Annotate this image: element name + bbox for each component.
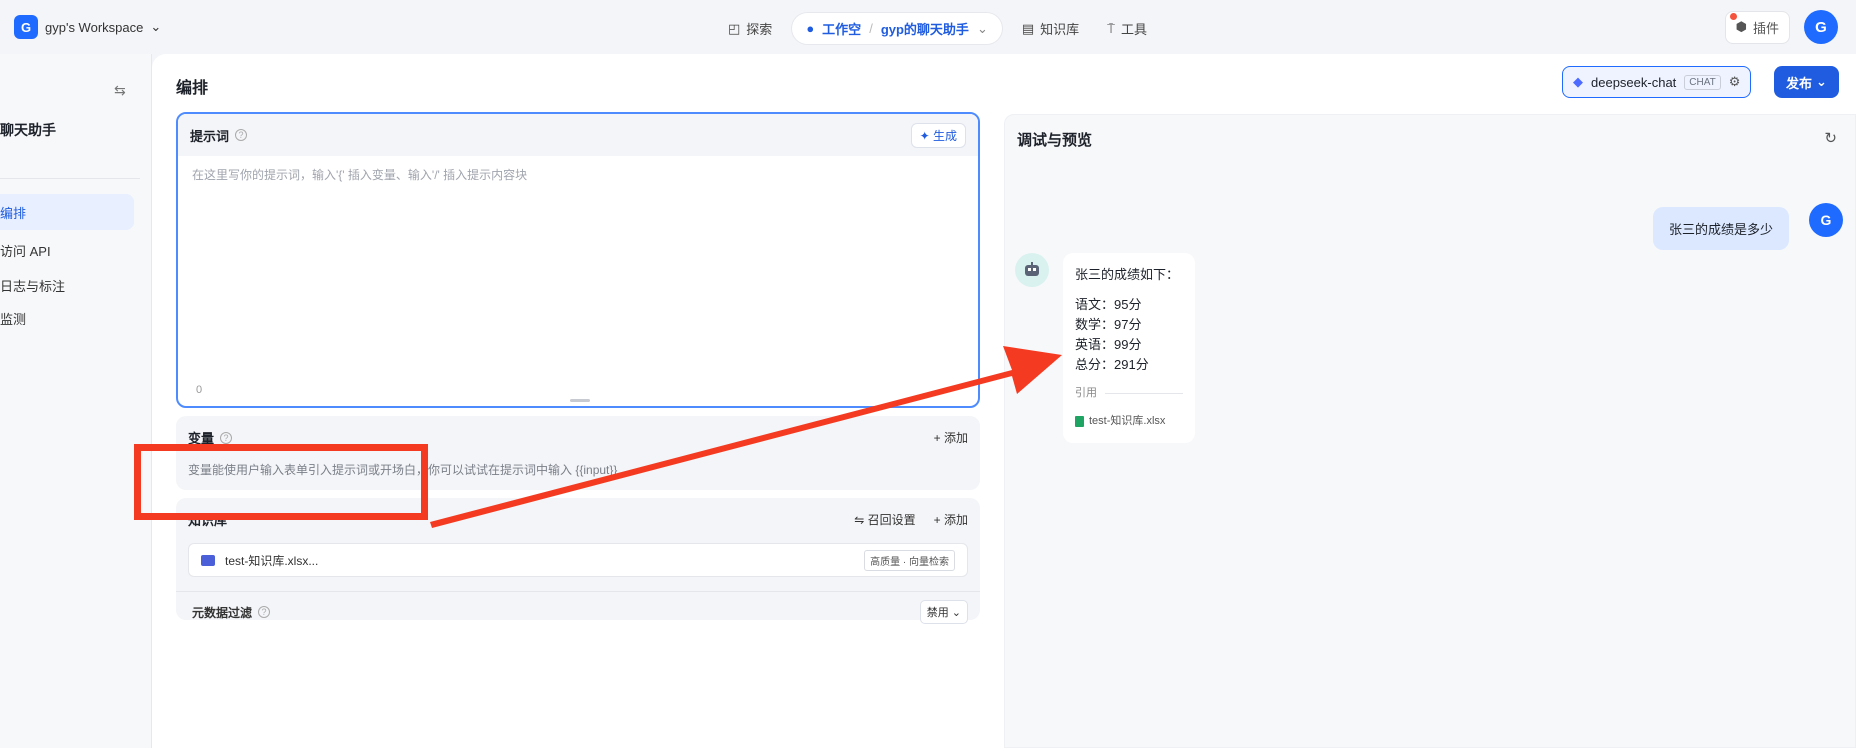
divider	[0, 178, 140, 179]
annotation-box	[134, 444, 428, 520]
plugin-button[interactable]: ⬢ 插件	[1724, 10, 1790, 44]
bot-line: 语文：95分	[1075, 297, 1142, 312]
user-avatar[interactable]: G	[1804, 10, 1838, 44]
knowledge-tag: 高质量 · 向量检索	[864, 549, 955, 571]
metadata-label: 元数据过滤	[192, 605, 253, 620]
plugin-label: 插件	[1752, 20, 1779, 36]
bot-avatar	[1015, 253, 1049, 287]
sidebar-item-monitor[interactable]: 监测	[0, 300, 134, 336]
knowledge-actions: ⇋ 召回设置 + 添加	[854, 511, 968, 528]
main-panel: 编排 ◆ deepseek-chat CHAT ⚙ 发布 ⌄ 提示词 ? ✦ 生…	[152, 54, 1856, 748]
publish-button[interactable]: 发布 ⌄	[1774, 66, 1839, 98]
top-bar: G gyp's Workspace ⌄ ◰ 探索 ● 工作空 / gyp的聊天助…	[0, 0, 1856, 54]
nav-workspace[interactable]: ● 工作空 / gyp的聊天助手 ⌄	[792, 13, 1002, 44]
nav-explore-label: 探索	[746, 22, 773, 37]
chevron-down-icon: ⌄	[976, 20, 988, 36]
nav-bot-name[interactable]: gyp的聊天助手	[881, 19, 969, 38]
bot-line: 数学：97分	[1075, 317, 1142, 332]
notification-dot	[1729, 12, 1737, 20]
prompt-header: 提示词 ? ✦ 生成	[178, 114, 978, 156]
help-icon[interactable]: ?	[220, 431, 233, 444]
chevron-down-icon: ⌄	[150, 19, 162, 34]
collapse-sidebar-icon[interactable]: ⇆	[114, 82, 126, 99]
knowledge-file-name: test-知识库.xlsx...	[225, 553, 319, 568]
publish-label: 发布	[1786, 75, 1813, 91]
refresh-icon[interactable]: ↻	[1824, 129, 1837, 147]
robot-icon	[1025, 262, 1039, 276]
bot-intro: 张三的成绩如下：	[1075, 267, 1180, 282]
workspace-name: gyp's Workspace	[45, 19, 144, 35]
settings-icon[interactable]: ⚙	[1729, 74, 1741, 90]
top-right: ⬢ 插件 G	[1724, 10, 1838, 44]
variables-header: 变量 ? + 添加	[176, 416, 980, 447]
preview-title: 调试与预览	[1017, 132, 1093, 149]
prompt-label: 提示词	[190, 128, 230, 144]
page-title: 编排	[176, 80, 209, 97]
citation-label: 引用	[1075, 387, 1097, 399]
chevron-down-icon: ⌄	[1816, 74, 1827, 89]
citation-file[interactable]: test-知识库.xlsx	[1075, 411, 1183, 431]
metadata-value: 禁用	[926, 607, 949, 619]
model-tag: CHAT	[1684, 74, 1721, 90]
sidebar-item-api[interactable]: 访问 API	[0, 232, 134, 268]
citation-header: 引用	[1075, 383, 1183, 403]
prompt-label-wrap: 提示词 ?	[190, 126, 248, 145]
nav-tools-label: 工具	[1120, 22, 1147, 37]
variables-actions: + 添加	[934, 429, 968, 446]
recall-settings-button[interactable]: ⇋ 召回设置	[854, 511, 915, 528]
excel-icon	[1075, 415, 1084, 427]
nav-knowledge[interactable]: ▤ 知识库	[1014, 13, 1087, 44]
recall-settings-label: 召回设置	[867, 513, 916, 527]
knowledge-item[interactable]: test-知识库.xlsx... 高质量 · 向量检索	[188, 543, 968, 577]
divider	[1105, 392, 1183, 394]
nav-knowledge-label: 知识库	[1040, 22, 1080, 37]
nav-workspace-label: 工作空	[822, 22, 862, 37]
bot-line: 总分：291分	[1075, 357, 1149, 372]
generate-button[interactable]: ✦ 生成	[910, 122, 966, 148]
sidebar-item-orchestrate[interactable]: 编排	[0, 194, 134, 230]
help-icon[interactable]: ?	[235, 129, 248, 141]
generate-label: 生成	[932, 128, 957, 143]
sidebar-bot-name: 聊天助手	[0, 122, 56, 138]
nav-explore[interactable]: ◰ 探索	[720, 13, 780, 44]
book-icon: ▤	[1021, 20, 1035, 36]
knowledge-item-name-wrap: test-知识库.xlsx...	[201, 552, 318, 569]
deepseek-icon: ◆	[1573, 74, 1583, 89]
preview-panel: 调试与预览 ↻ 张三的成绩是多少 G 张三的成绩如下： 语文：95分 数学：97…	[1004, 114, 1856, 748]
sidebar: ⇆ 聊天助手 编排 访问 API 日志与标注 监测	[0, 54, 152, 748]
model-selector[interactable]: ◆ deepseek-chat CHAT ⚙	[1562, 66, 1752, 98]
help-icon[interactable]: ?	[258, 606, 271, 618]
prompt-card: 提示词 ? ✦ 生成 在这里写你的提示词，输入'{' 插入变量、输入'/' 插入…	[176, 112, 980, 408]
bot-line: 英语：99分	[1075, 337, 1142, 352]
nav-separator: /	[869, 21, 873, 36]
char-counter: 0	[196, 384, 203, 396]
metadata-label-wrap: 元数据过滤 ?	[192, 604, 271, 621]
compass-icon: ◰	[728, 20, 741, 36]
model-name: deepseek-chat	[1591, 74, 1677, 90]
robot-icon: ●	[806, 21, 815, 36]
folder-icon	[201, 554, 215, 566]
prompt-editor[interactable]: 在这里写你的提示词，输入'{' 插入变量、输入'/' 插入提示内容块	[178, 156, 978, 193]
metadata-filter-row: 元数据过滤 ? 禁用 ⌄	[176, 591, 980, 624]
add-knowledge-button[interactable]: + 添加	[934, 511, 968, 528]
nav-tools[interactable]: ⍑ 工具	[1099, 13, 1155, 44]
sidebar-item-logs[interactable]: 日志与标注	[0, 267, 134, 303]
workspace-switcher[interactable]: G gyp's Workspace ⌄	[14, 15, 161, 39]
cube-icon: ⬢	[1735, 19, 1747, 34]
citation-file-name: test-知识库.xlsx	[1089, 415, 1166, 427]
add-variable-button[interactable]: + 添加	[934, 429, 968, 446]
bot-message: 张三的成绩如下： 语文：95分 数学：97分 英语：99分 总分：291分 引用…	[1063, 253, 1195, 443]
chevron-down-icon: ⌄	[951, 607, 961, 619]
metadata-select[interactable]: 禁用 ⌄	[919, 600, 968, 624]
sliders-icon: ⇋	[854, 513, 865, 527]
tool-icon: ⍑	[1107, 20, 1115, 36]
workspace-logo: G	[14, 15, 38, 39]
user-message: 张三的成绩是多少	[1652, 207, 1789, 250]
sparkle-icon: ✦	[919, 128, 930, 143]
main-nav: ◰ 探索 ● 工作空 / gyp的聊天助手 ⌄ ▤ 知识库 ⍑ 工具	[720, 13, 1155, 44]
resize-handle[interactable]	[570, 399, 590, 402]
user-avatar-chat: G	[1809, 203, 1843, 237]
